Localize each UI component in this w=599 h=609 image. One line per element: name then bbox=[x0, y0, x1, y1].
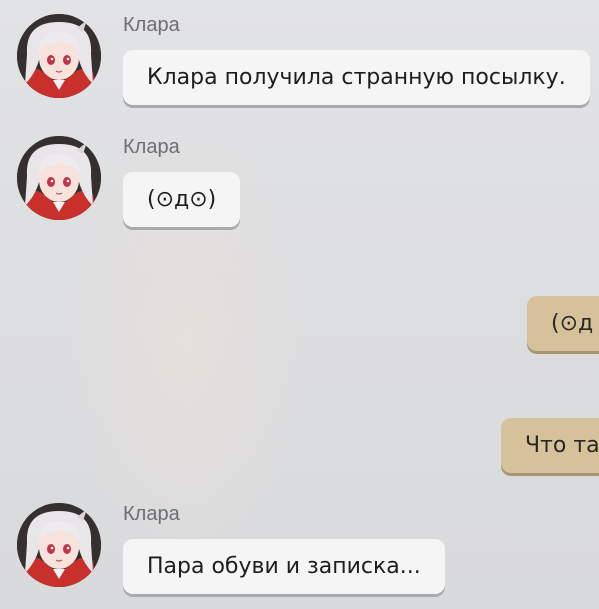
message-bubble-own: (⊙д bbox=[527, 296, 599, 351]
chat-area: Клара Клара получила странную посылку. К… bbox=[0, 0, 599, 609]
sender-name: Клара bbox=[123, 14, 180, 36]
avatar[interactable] bbox=[17, 14, 101, 98]
avatar-image bbox=[17, 14, 101, 98]
avatar[interactable] bbox=[17, 503, 101, 587]
message-bubble: (⊙д⊙) bbox=[123, 172, 241, 227]
avatar-image bbox=[17, 503, 101, 587]
avatar-image bbox=[17, 136, 101, 220]
sender-name: Клара bbox=[123, 136, 180, 158]
sender-name: Клара bbox=[123, 503, 180, 525]
message-bubble-own: Что та bbox=[501, 418, 599, 473]
avatar[interactable] bbox=[17, 136, 101, 220]
message-bubble: Клара получила странную посылку. bbox=[123, 50, 590, 105]
message-bubble: Пара обуви и записка... bbox=[123, 539, 445, 594]
